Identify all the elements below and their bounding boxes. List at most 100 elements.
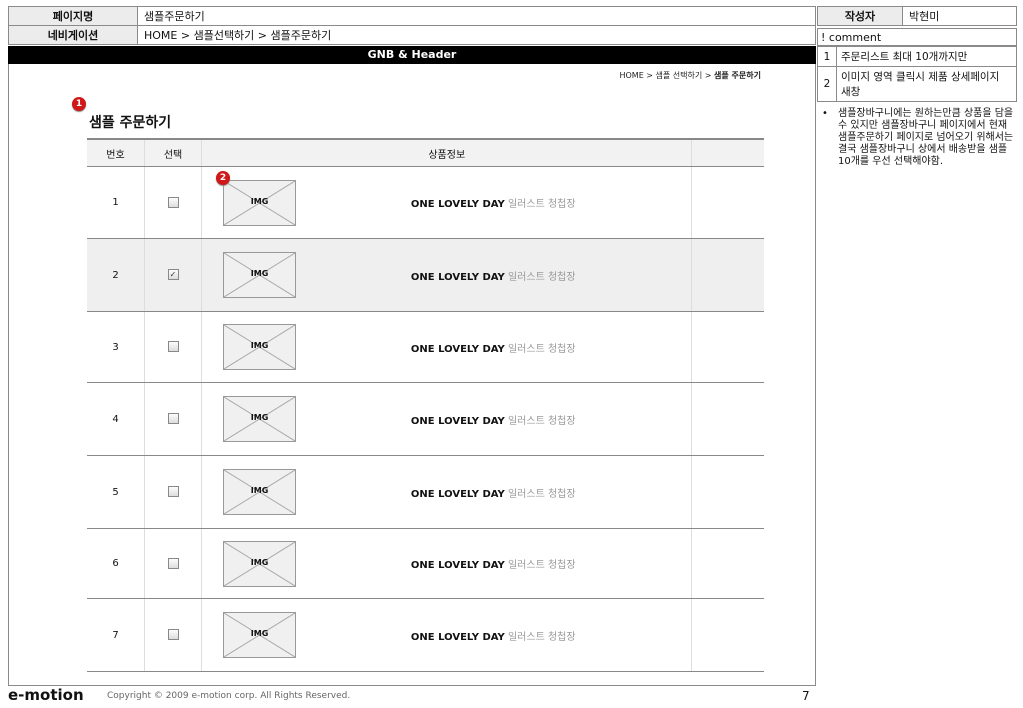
product-info-cell: IMG ONE LOVELY DAY 일러스트 청첩장 bbox=[201, 311, 692, 383]
author-label: 작성자 bbox=[817, 6, 903, 26]
table-row: 2 ✓ IMG ONE LOVELY DAY 일러스트 청첩장 bbox=[87, 238, 764, 312]
column-header-number: 번호 bbox=[87, 138, 145, 167]
select-checkbox[interactable] bbox=[167, 557, 179, 569]
breadcrumb-path[interactable]: HOME > 샘플 선택하기 > bbox=[619, 71, 714, 80]
product-name[interactable]: ONE LOVELY DAY 일러스트 청첩장 bbox=[296, 340, 690, 355]
select-checkbox-cell bbox=[143, 598, 202, 672]
image-label: IMG bbox=[250, 486, 269, 495]
product-info-cell: IMG ONE LOVELY DAY 일러스트 청첩장 bbox=[201, 382, 692, 456]
select-checkbox-cell bbox=[143, 382, 202, 456]
select-checkbox-cell bbox=[143, 528, 202, 599]
image-label: IMG bbox=[250, 413, 269, 422]
product-name[interactable]: ONE LOVELY DAY 일러스트 청첩장 bbox=[296, 628, 690, 643]
select-checkbox[interactable] bbox=[167, 629, 179, 641]
empty-cell bbox=[691, 382, 764, 456]
product-subtitle: 일러스트 청첩장 bbox=[507, 343, 576, 355]
product-info-cell: IMG ONE LOVELY DAY 일러스트 청첩장 bbox=[201, 166, 692, 239]
author-table: 작성자 박현미 bbox=[817, 6, 1017, 26]
product-image-placeholder[interactable]: IMG bbox=[223, 179, 297, 226]
comment-row: 1 주문리스트 최대 10개까지만 bbox=[817, 46, 1017, 67]
comment-number: 1 bbox=[817, 46, 837, 67]
product-image-placeholder[interactable]: IMG bbox=[223, 324, 297, 370]
row-number: 2 bbox=[87, 238, 145, 312]
product-title: ONE LOVELY DAY bbox=[410, 271, 505, 283]
row-number: 5 bbox=[87, 455, 145, 529]
product-subtitle: 일러스트 청첩장 bbox=[507, 271, 576, 283]
table-row: 3 IMG ONE LOVELY DAY 일러스트 청첩장 bbox=[87, 311, 764, 383]
comment-text: 이미지 영역 클릭시 제품 상세페이지 새창 bbox=[836, 66, 1017, 102]
annotation-badge-2: 2 bbox=[216, 171, 230, 185]
product-image-placeholder[interactable]: IMG bbox=[223, 540, 297, 587]
product-subtitle: 일러스트 청첩장 bbox=[507, 199, 576, 210]
comment-number: 2 bbox=[817, 66, 837, 102]
image-label: IMG bbox=[250, 269, 269, 278]
select-checkbox[interactable] bbox=[167, 341, 179, 353]
comment-text: 주문리스트 최대 10개까지만 bbox=[836, 46, 1017, 67]
row-number: 4 bbox=[87, 382, 145, 456]
image-label: IMG bbox=[250, 341, 269, 350]
select-checkbox-cell bbox=[143, 311, 202, 383]
product-title: ONE LOVELY DAY bbox=[410, 343, 505, 355]
image-label: IMG bbox=[250, 557, 269, 567]
page-title: 샘플 주문하기 bbox=[89, 115, 172, 131]
page-info-table: 페이지명 샘플주문하기 네비게이션 HOME > 샘플선택하기 > 샘플주문하기 bbox=[8, 6, 816, 45]
product-subtitle: 일러스트 청첩장 bbox=[507, 631, 576, 643]
row-number: 7 bbox=[87, 598, 145, 672]
comment-table: 1 주문리스트 최대 10개까지만 2 이미지 영역 클릭시 제품 상세페이지 … bbox=[817, 46, 1017, 102]
empty-cell bbox=[691, 455, 764, 529]
product-info-cell: IMG ONE LOVELY DAY 일러스트 청첩장 bbox=[201, 598, 692, 672]
row-number: 1 bbox=[87, 166, 145, 239]
gnb-header-bar: GNB & Header bbox=[8, 46, 816, 64]
table-row: 1 IMG ONE LOVELY DAY 일러스트 청첩장 bbox=[87, 166, 764, 239]
comment-title: ! comment bbox=[817, 28, 1017, 46]
product-title: ONE LOVELY DAY bbox=[410, 631, 505, 643]
comment-note: • 샘플장바구니에는 원하는만큼 상품을 담을 수 있지만 샘플장바구니 페이지… bbox=[822, 108, 1014, 168]
product-name[interactable]: ONE LOVELY DAY 일러스트 청첩장 bbox=[296, 485, 690, 500]
product-subtitle: 일러스트 청첩장 bbox=[507, 560, 576, 571]
table-row: 6 IMG ONE LOVELY DAY 일러스트 청첩장 bbox=[87, 528, 764, 599]
empty-cell bbox=[691, 528, 764, 599]
product-image-placeholder[interactable]: IMG bbox=[223, 396, 297, 442]
select-checkbox[interactable] bbox=[167, 486, 179, 498]
select-checkbox[interactable] bbox=[167, 196, 179, 208]
empty-cell bbox=[691, 238, 764, 312]
product-image-placeholder[interactable]: IMG bbox=[223, 252, 297, 298]
row-number: 6 bbox=[87, 528, 145, 599]
navigation-value: HOME > 샘플선택하기 > 샘플주문하기 bbox=[137, 25, 816, 45]
product-name[interactable]: ONE LOVELY DAY 일러스트 청첩장 bbox=[296, 412, 690, 427]
product-title: ONE LOVELY DAY bbox=[410, 415, 505, 427]
table-row: 4 IMG ONE LOVELY DAY 일러스트 청첩장 bbox=[87, 382, 764, 456]
table-row: 5 IMG ONE LOVELY DAY 일러스트 청첩장 bbox=[87, 455, 764, 529]
copyright-text: Copyright © 2009 e-motion corp. All Righ… bbox=[107, 691, 351, 701]
page-number: 7 bbox=[802, 689, 810, 703]
product-image-placeholder[interactable]: IMG bbox=[223, 612, 297, 658]
row-number: 3 bbox=[87, 311, 145, 383]
empty-cell bbox=[691, 311, 764, 383]
product-name[interactable]: ONE LOVELY DAY 일러스트 청첩장 bbox=[296, 556, 690, 571]
product-name[interactable]: ONE LOVELY DAY 일러스트 청첩장 bbox=[296, 195, 690, 210]
product-title: ONE LOVELY DAY bbox=[410, 560, 505, 571]
select-checkbox[interactable] bbox=[167, 413, 179, 425]
product-name[interactable]: ONE LOVELY DAY 일러스트 청첩장 bbox=[296, 268, 690, 283]
empty-cell bbox=[691, 166, 764, 239]
table-row: 7 IMG ONE LOVELY DAY 일러스트 청첩장 bbox=[87, 598, 764, 672]
navigation-label: 네비게이션 bbox=[8, 25, 138, 45]
product-info-cell: IMG ONE LOVELY DAY 일러스트 청첩장 bbox=[201, 528, 692, 599]
product-title: ONE LOVELY DAY bbox=[410, 488, 505, 500]
order-product-table: 번호 선택 상품정보 1 IMG ONE LOVELY DAY 일러스트 청첩장 2 ✓… bbox=[87, 138, 764, 672]
author-value: 박현미 bbox=[902, 6, 1017, 26]
product-subtitle: 일러스트 청첩장 bbox=[507, 415, 576, 427]
column-header-empty bbox=[691, 138, 764, 167]
select-checkbox[interactable]: ✓ bbox=[167, 269, 179, 281]
page-name-value: 샘플주문하기 bbox=[137, 6, 816, 26]
company-logo: e-motion bbox=[8, 686, 84, 704]
comment-row: 2 이미지 영역 클릭시 제품 상세페이지 새창 bbox=[817, 66, 1017, 102]
column-header-select: 선택 bbox=[143, 138, 202, 167]
select-checkbox-cell bbox=[143, 166, 202, 239]
product-title: ONE LOVELY DAY bbox=[410, 199, 505, 210]
note-bullet: • bbox=[822, 108, 828, 119]
image-label: IMG bbox=[250, 629, 269, 638]
empty-cell bbox=[691, 598, 764, 672]
product-subtitle: 일러스트 청첩장 bbox=[507, 488, 576, 500]
product-image-placeholder[interactable]: IMG bbox=[223, 469, 297, 515]
